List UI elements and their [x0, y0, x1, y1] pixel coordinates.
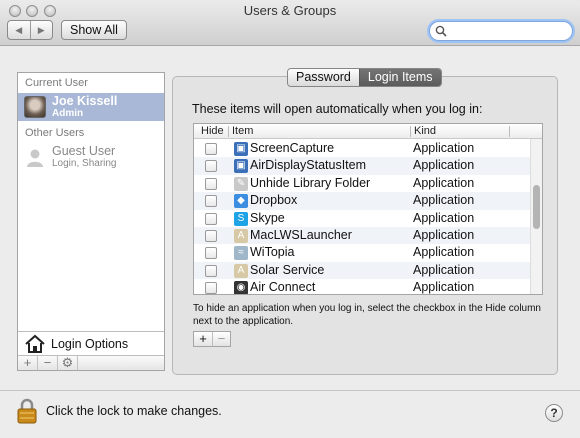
search-field[interactable] — [429, 21, 573, 41]
column-header-kind[interactable]: Kind — [414, 125, 436, 137]
table-row[interactable]: ◉ Air Connect Application — [194, 279, 530, 295]
column-header-item[interactable]: Item — [232, 125, 253, 137]
wifi-icon: ≈ — [234, 246, 248, 261]
user-role: Login, Sharing — [52, 158, 117, 169]
users-list-pane: Current User Joe Kissell Admin Other Use… — [17, 72, 165, 371]
skype-icon: S — [234, 211, 248, 226]
table-row[interactable]: ◆ Dropbox Application — [194, 192, 530, 210]
table-row[interactable]: ▣ ScreenCapture Application — [194, 140, 530, 157]
add-user-button[interactable]: + — [18, 356, 38, 370]
item-kind: Application — [413, 228, 475, 242]
item-name: Dropbox — [250, 193, 298, 208]
item-name: WiTopia — [250, 245, 295, 260]
house-icon — [25, 334, 45, 353]
item-kind: Application — [413, 193, 475, 208]
item-name: ScreenCapture — [250, 141, 335, 155]
item-kind: Application — [413, 158, 475, 173]
table-row[interactable]: ▣ AirDisplayStatusItem Application — [194, 157, 530, 175]
remove-user-button[interactable]: − — [38, 356, 58, 370]
user-name: Joe Kissell — [52, 94, 118, 108]
item-kind: Application — [413, 141, 475, 155]
current-user-header: Current User — [25, 77, 88, 89]
lock-text: Click the lock to make changes. — [46, 404, 222, 418]
aperture-icon: ◉ — [234, 281, 248, 294]
tab-password[interactable]: Password — [288, 69, 359, 86]
item-name: Skype — [250, 210, 285, 225]
table-row[interactable]: ≈ WiTopia Application — [194, 244, 530, 261]
item-kind: Application — [413, 280, 475, 295]
gear-icon[interactable]: ⚙ — [58, 356, 78, 370]
chevron-right-icon[interactable]: ▶ — [29, 21, 53, 39]
table-header: Hide Item Kind — [194, 124, 542, 139]
script-icon: ✎ — [234, 176, 248, 191]
guest-user-icon — [24, 146, 46, 168]
hide-hint-text: To hide an application when you log in, … — [193, 303, 541, 327]
tab-bar: Password Login Items — [287, 68, 442, 87]
table-row[interactable]: S Skype Application — [194, 210, 530, 227]
scrollbar-thumb[interactable] — [533, 185, 540, 229]
back-forward-group: ◀ ▶ — [7, 20, 53, 40]
item-kind: Application — [413, 262, 475, 277]
item-name: AirDisplayStatusItem — [250, 158, 367, 173]
item-kind: Application — [413, 245, 475, 260]
window-title: Users & Groups — [243, 3, 337, 18]
login-options-item[interactable]: Login Options — [18, 331, 164, 355]
user-row-joe-kissell[interactable]: Joe Kissell Admin — [18, 93, 164, 121]
hide-checkbox[interactable] — [205, 282, 217, 294]
table-row[interactable]: A Solar Service Application — [194, 261, 530, 280]
hide-checkbox[interactable] — [205, 195, 217, 208]
footer-divider — [0, 390, 580, 391]
lock-icon[interactable] — [16, 398, 38, 424]
app-icon: A — [234, 229, 248, 243]
item-name: MacLWSLauncher — [250, 228, 352, 242]
search-icon — [435, 25, 447, 37]
item-name: Air Connect — [250, 280, 316, 295]
hide-checkbox[interactable] — [205, 264, 217, 277]
app-icon: A — [234, 263, 248, 278]
add-remove-buttons: + − — [193, 331, 231, 347]
hide-checkbox[interactable] — [205, 230, 217, 242]
help-button[interactable]: ? — [545, 404, 563, 422]
user-role: Admin — [52, 108, 84, 119]
login-items-intro: These items will open automatically when… — [192, 102, 483, 116]
hide-checkbox[interactable] — [205, 177, 217, 190]
user-row-guest[interactable]: Guest User Login, Sharing — [18, 143, 164, 171]
tab-login-items[interactable]: Login Items — [358, 69, 441, 86]
hide-checkbox[interactable] — [205, 212, 217, 225]
other-users-header: Other Users — [25, 127, 85, 139]
table-row[interactable]: A MacLWSLauncher Application — [194, 227, 530, 245]
user-name: Guest User — [52, 144, 116, 158]
show-all-button[interactable]: Show All — [61, 20, 127, 40]
add-login-item-button[interactable]: + — [194, 332, 212, 346]
user-photo-icon — [24, 96, 46, 118]
dropbox-icon: ◆ — [234, 194, 248, 209]
item-kind: Application — [413, 175, 475, 190]
item-kind: Application — [413, 210, 475, 225]
screen-icon: ▣ — [234, 159, 248, 174]
titlebar: Users & Groups ◀ ▶ Show All — [0, 0, 580, 46]
hide-checkbox[interactable] — [205, 160, 217, 173]
item-name: Solar Service — [250, 262, 325, 277]
table-row[interactable]: ✎ Unhide Library Folder Application — [194, 175, 530, 192]
item-name: Unhide Library Folder — [250, 175, 371, 190]
vertical-scrollbar[interactable] — [530, 139, 542, 294]
hide-checkbox[interactable] — [205, 247, 217, 260]
screen-icon: ▣ — [234, 142, 248, 156]
login-items-table: Hide Item Kind ▣ ScreenCapture Application… — [193, 123, 543, 295]
chevron-left-icon[interactable]: ◀ — [8, 21, 30, 39]
column-header-hide[interactable]: Hide — [201, 125, 224, 137]
users-pane-buttons: + − ⚙ — [18, 355, 164, 370]
remove-login-item-button[interactable]: − — [212, 332, 230, 346]
hide-checkbox[interactable] — [205, 143, 217, 155]
login-options-label: Login Options — [51, 337, 129, 351]
users-groups-window: Users & Groups ◀ ▶ Show All Current User… — [0, 0, 580, 438]
